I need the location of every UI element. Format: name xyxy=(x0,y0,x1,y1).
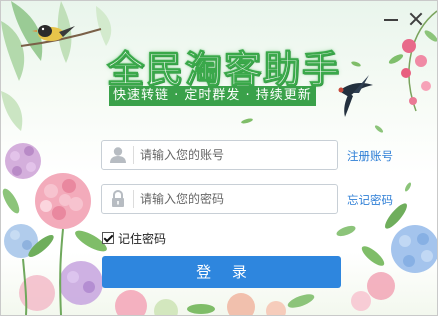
password-input[interactable] xyxy=(140,187,330,211)
top-left-leaves xyxy=(1,1,112,131)
field-divider xyxy=(133,146,134,164)
user-icon xyxy=(107,144,129,166)
app-slogan: 快速转链 · 定时群发 · 持续更新 xyxy=(109,86,316,106)
username-input[interactable] xyxy=(140,143,330,167)
close-icon[interactable] xyxy=(408,11,424,27)
login-window: 全民淘客助手 快速转链 · 定时群发 · 持续更新 注册账号 忘记密码 记住密码 xyxy=(0,0,438,316)
username-field xyxy=(101,140,338,170)
app-title: 全民淘客助手 xyxy=(107,48,341,92)
swallow-bird xyxy=(338,75,373,117)
register-link[interactable]: 注册账号 xyxy=(347,148,393,164)
password-field xyxy=(101,184,338,214)
lock-icon xyxy=(107,188,129,210)
remember-checkbox[interactable] xyxy=(102,232,114,244)
remember-password[interactable]: 记住密码 xyxy=(102,230,166,246)
field-divider xyxy=(133,190,134,208)
login-button[interactable]: 登 录 xyxy=(102,256,341,288)
left-flowers xyxy=(2,143,107,315)
minimize-icon[interactable] xyxy=(383,11,399,27)
remember-label: 记住密码 xyxy=(118,231,167,246)
forgot-password-link[interactable]: 忘记密码 xyxy=(347,192,393,208)
